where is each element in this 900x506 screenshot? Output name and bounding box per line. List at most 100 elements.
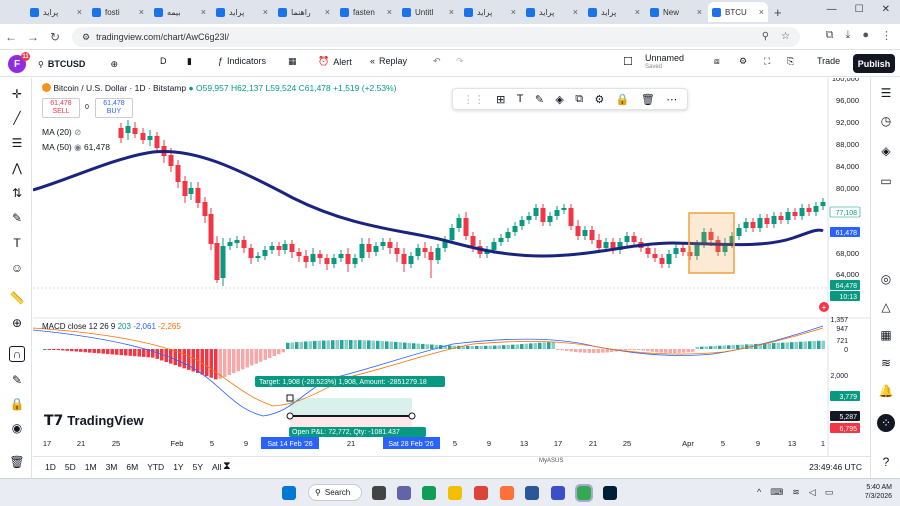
chat-icon[interactable]: ▭	[877, 172, 895, 190]
close-window-icon[interactable]: ✕	[882, 4, 890, 15]
maximize-icon[interactable]: ☐	[855, 4, 864, 15]
apps-grid-icon[interactable]: ⁘	[877, 414, 895, 432]
watchlist-icon[interactable]: ☰	[877, 84, 895, 102]
browser-tab[interactable]: New ×	[646, 2, 706, 22]
trend-line-icon[interactable]: ╱	[9, 110, 25, 126]
lock-tool-icon[interactable]: 🔒	[616, 93, 630, 106]
help-icon[interactable]: ?	[877, 453, 895, 471]
user-avatar[interactable]: F 11	[8, 52, 30, 73]
ma20-legend[interactable]: MA (20) ⊘	[42, 127, 81, 138]
pattern-icon[interactable]: ⋀	[9, 160, 25, 176]
word-icon[interactable]	[525, 486, 539, 500]
photoshop-icon[interactable]	[603, 486, 617, 500]
position-target-zone[interactable]	[290, 398, 412, 416]
zoom-in-icon[interactable]: ⊕	[9, 315, 25, 331]
publish-button[interactable]: Publish	[853, 54, 895, 73]
tab-close-icon[interactable]: ×	[139, 7, 144, 17]
tray-chevron-icon[interactable]: ^	[757, 487, 761, 498]
taskbar-search[interactable]: ⚲ Search	[308, 484, 362, 501]
brush-icon[interactable]: ✎	[9, 210, 25, 226]
snapshot-camera-icon[interactable]: ⎘	[787, 56, 794, 67]
task-view-icon[interactable]	[372, 486, 386, 500]
delete-icon[interactable]: 🗑	[641, 93, 655, 106]
sell-button[interactable]: 61,478 SELL	[42, 98, 80, 118]
position-handle[interactable]	[286, 394, 294, 402]
new-tab-button[interactable]: +	[774, 5, 782, 20]
tab-close-icon[interactable]: ×	[759, 7, 764, 17]
layouts-icon[interactable]: ▦	[288, 56, 297, 67]
quick-search-icon[interactable]: ⧈	[714, 56, 720, 67]
more-icon[interactable]: ⋯	[666, 93, 677, 106]
browser-tab[interactable]: راهنما ×	[274, 2, 334, 22]
date-range-icon[interactable]: ⧗	[223, 460, 231, 473]
settings-gear-icon[interactable]: ⚙	[739, 56, 747, 67]
ma50-legend[interactable]: MA (50) ◉ 61,478	[42, 142, 110, 153]
system-clock[interactable]: 5:40 AM 7/3/2026	[865, 483, 892, 501]
redo-icon[interactable]: ↷	[456, 56, 464, 67]
tab-close-icon[interactable]: ×	[573, 7, 578, 17]
tab-close-icon[interactable]: ×	[697, 7, 702, 17]
visual-studio-icon[interactable]	[551, 486, 565, 500]
highlight-rectangle[interactable]	[688, 212, 735, 274]
drag-handle-icon[interactable]: ⋮⋮	[463, 93, 485, 106]
position-handle[interactable]	[286, 412, 294, 420]
minimize-icon[interactable]: —	[827, 4, 837, 15]
browser-tab[interactable]: fosti ×	[88, 2, 148, 22]
zoom-icon[interactable]: ⚲	[762, 31, 769, 42]
replay-button[interactable]: «Replay	[370, 56, 407, 66]
eye-icon[interactable]: ◉	[74, 142, 81, 152]
range-button[interactable]: YTD	[147, 462, 164, 472]
browser-tab[interactable]: پراید ×	[212, 2, 272, 22]
tab-close-icon[interactable]: ×	[201, 7, 206, 17]
fullscreen-icon[interactable]: ⛶	[764, 56, 770, 67]
teams-icon[interactable]	[397, 486, 411, 500]
browser-tab[interactable]: پراید ×	[584, 2, 644, 22]
layers-icon[interactable]: ◈	[877, 142, 895, 160]
bookmark-star-icon[interactable]: ☆	[781, 31, 790, 42]
range-button[interactable]: All	[212, 462, 221, 472]
range-button[interactable]: 5Y	[193, 462, 203, 472]
back-icon[interactable]: ←	[0, 30, 22, 44]
browser-tab[interactable]: بیمه ×	[150, 2, 210, 22]
streams-icon[interactable]: ≋	[877, 354, 895, 372]
range-button[interactable]: 5D	[65, 462, 76, 472]
chart-clock[interactable]: 23:49:46 UTC	[809, 462, 862, 472]
menu-icon[interactable]: ⋮	[881, 29, 892, 42]
firefox-icon[interactable]	[500, 486, 514, 500]
layout-name-button[interactable]: Unnamed Saved	[645, 54, 684, 72]
browser-tab[interactable]: پراید ×	[522, 2, 582, 22]
tab-close-icon[interactable]: ×	[635, 7, 640, 17]
range-button[interactable]: 3M	[106, 462, 118, 472]
alert-button[interactable]: ⏰ Alert	[318, 56, 352, 67]
lock-icon[interactable]: 🔒	[9, 396, 25, 412]
chart-area[interactable]: 100,00096,00092,00088,00084,00080,00072,…	[32, 74, 870, 458]
macd-legend[interactable]: MACD close 12 26 9 203 -2,061 -2,265	[42, 322, 181, 331]
tab-close-icon[interactable]: ×	[387, 7, 392, 17]
buy-button[interactable]: 61,478 BUY	[95, 98, 133, 118]
browser-tab[interactable]: پراید ×	[26, 2, 86, 22]
tab-close-icon[interactable]: ×	[77, 7, 82, 17]
trash-icon[interactable]: 🗑	[9, 454, 25, 470]
eye-off-icon[interactable]: ⊘	[74, 127, 81, 137]
price-chart-svg[interactable]: 100,00096,00092,00088,00084,00080,00072,…	[32, 74, 870, 456]
range-button[interactable]: 1M	[85, 462, 97, 472]
interval-button[interactable]: D	[160, 56, 167, 66]
alerts-clock-icon[interactable]: ◷	[877, 112, 895, 130]
downloads-icon[interactable]: ⤓	[845, 29, 850, 42]
wifi-icon[interactable]: ≋	[792, 487, 800, 498]
site-info-icon[interactable]: ⚙	[82, 32, 90, 43]
text-tool-icon[interactable]: T	[9, 235, 25, 251]
prediction-icon[interactable]: ⇅	[9, 185, 25, 201]
range-button[interactable]: 1D	[45, 462, 56, 472]
browser-tab[interactable]: Untitl ×	[398, 2, 458, 22]
symbol-search[interactable]: ⚲ BTCUSD ⊕	[38, 55, 118, 73]
reload-icon[interactable]: ↻	[44, 30, 66, 44]
hide-drawings-icon[interactable]: ◉	[9, 420, 25, 436]
url-input[interactable]: ⚙ tradingview.com/chart/AwC6g23l/	[72, 27, 800, 47]
tab-close-icon[interactable]: ×	[263, 7, 268, 17]
crosshair-icon[interactable]: ✛	[9, 86, 25, 102]
browser-tab[interactable]: fasten ×	[336, 2, 396, 22]
settings-icon[interactable]: ⚙	[595, 93, 605, 106]
ruler-icon[interactable]: 📏	[9, 290, 25, 306]
chrome-icon[interactable]	[474, 486, 488, 500]
